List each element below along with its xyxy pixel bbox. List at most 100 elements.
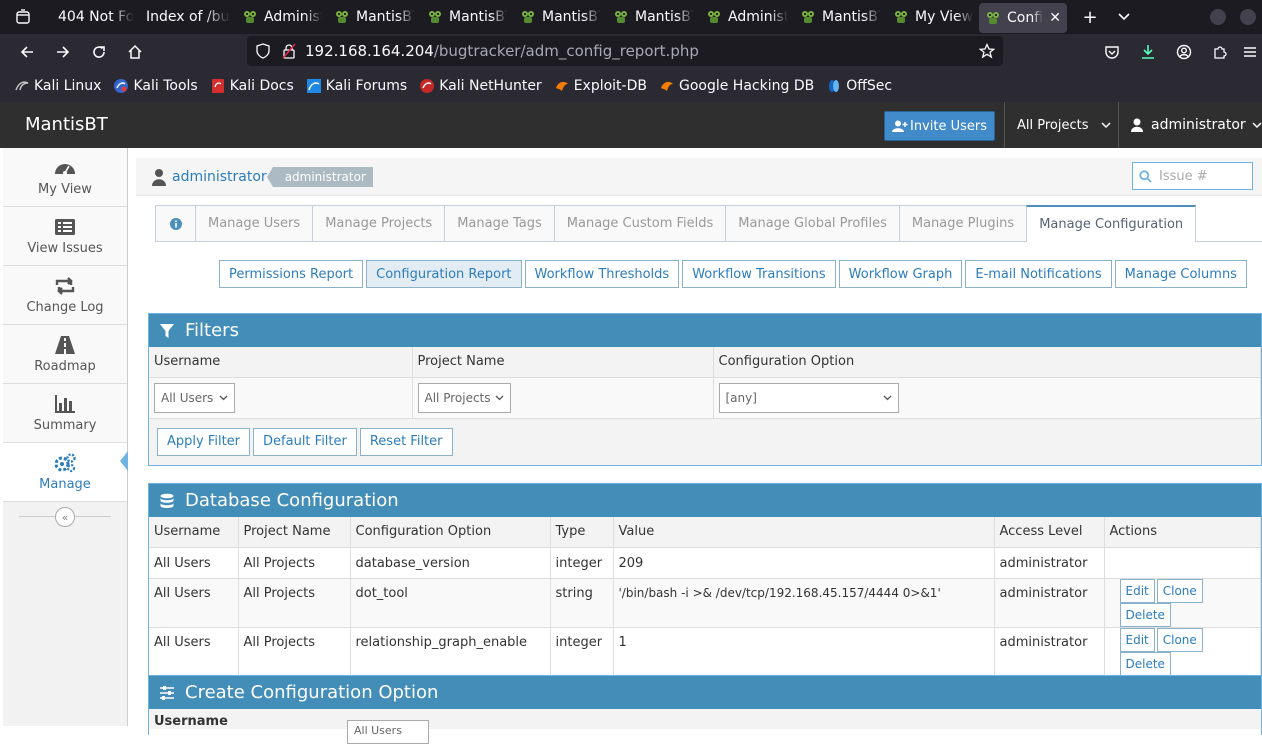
subtab-permissions-report[interactable]: Permissions Report bbox=[219, 260, 364, 288]
mantis-favicon-icon bbox=[429, 11, 441, 23]
hamburger-icon bbox=[1244, 47, 1256, 57]
road-icon bbox=[55, 335, 75, 354]
browser-tab[interactable]: MantisBT bbox=[328, 0, 421, 34]
browser-tab[interactable]: MantisBT bbox=[421, 0, 514, 34]
tab-list-dropdown[interactable] bbox=[1107, 0, 1141, 34]
username-label: Username bbox=[154, 714, 228, 729]
extensions-button[interactable] bbox=[1202, 34, 1238, 70]
clone-button[interactable]: Clone bbox=[1156, 627, 1203, 652]
subtab-configuration-report[interactable]: Configuration Report bbox=[366, 260, 522, 288]
app-brand[interactable]: MantisBT bbox=[25, 114, 108, 135]
reset-filter-button[interactable]: Reset Filter bbox=[359, 427, 453, 456]
edit-button[interactable]: Edit bbox=[1119, 578, 1155, 603]
database-config-header: Database Configuration bbox=[149, 484, 1261, 517]
sidebar-item-change-log[interactable]: Change Log bbox=[3, 266, 127, 325]
column-header: Username bbox=[149, 347, 413, 378]
browser-tab[interactable]: MantisBT bbox=[607, 0, 700, 34]
browser-tab[interactable]: MantisBT bbox=[514, 0, 607, 34]
bookmark-kali-tools[interactable]: Kali Tools bbox=[113, 78, 198, 94]
mantis-favicon-icon bbox=[895, 11, 907, 23]
tab-manage-configuration[interactable]: Manage Configuration bbox=[1026, 205, 1197, 242]
bookmark-kali-docs[interactable]: Kali Docs bbox=[210, 78, 294, 94]
browser-tab[interactable]: Administration bbox=[700, 0, 794, 34]
delete-button[interactable]: Delete bbox=[1119, 602, 1171, 627]
close-tab-icon[interactable]: ✕ bbox=[1049, 10, 1061, 26]
tab-manage-projects[interactable]: Manage Projects bbox=[312, 205, 446, 241]
menu-button[interactable] bbox=[1238, 34, 1262, 70]
cell-type: string bbox=[550, 578, 614, 628]
bookmark-star-icon[interactable] bbox=[979, 43, 995, 59]
create-username-select[interactable]: All Users bbox=[347, 720, 429, 744]
breadcrumb-user-link[interactable]: administrator bbox=[172, 169, 267, 185]
filter-buttons: Apply Filter Default Filter Reset Filter bbox=[149, 418, 1261, 465]
tab-info[interactable] bbox=[155, 205, 196, 241]
downloads-button[interactable] bbox=[1130, 34, 1166, 70]
column-header: Project Name bbox=[412, 347, 714, 378]
user-menu[interactable]: administrator bbox=[1119, 102, 1262, 148]
sidebar-item-manage[interactable]: Manage bbox=[3, 443, 128, 502]
collapse-sidebar-button[interactable]: « bbox=[55, 507, 75, 527]
invite-users-button[interactable]: Invite Users bbox=[884, 111, 995, 141]
project-selector[interactable]: All Projects bbox=[1005, 102, 1117, 148]
window-maximize-button[interactable] bbox=[1240, 9, 1256, 25]
sidebar-item-summary[interactable]: Summary bbox=[3, 384, 127, 443]
bookmark-kali-forums[interactable]: Kali Forums bbox=[306, 78, 407, 94]
bookmark-kali-linux[interactable]: Kali Linux bbox=[14, 78, 101, 94]
config-subtabs: Permissions Report Configuration Report … bbox=[219, 260, 1250, 288]
browser-tab[interactable]: 404 Not Found bbox=[46, 0, 140, 34]
bookmark-kali-nethunter[interactable]: Kali NetHunter bbox=[419, 78, 542, 94]
subtab-email-notifications[interactable]: E-mail Notifications bbox=[965, 260, 1112, 288]
clone-button[interactable]: Clone bbox=[1156, 578, 1203, 603]
subtab-workflow-thresholds[interactable]: Workflow Thresholds bbox=[524, 260, 680, 288]
tab-manage-tags[interactable]: Manage Tags bbox=[444, 205, 555, 241]
tab-manage-plugins[interactable]: Manage Plugins bbox=[898, 205, 1028, 241]
issue-jump-input[interactable]: Issue # bbox=[1132, 162, 1253, 190]
browser-tab[interactable]: MantisBT bbox=[794, 0, 887, 34]
offsec-icon bbox=[829, 80, 840, 92]
url-path: /bugtracker/adm_config_report.php bbox=[433, 42, 699, 60]
url-bar[interactable]: 192.168.164.204/bugtracker/adm_config_re… bbox=[247, 36, 1003, 66]
default-filter-button[interactable]: Default Filter bbox=[253, 427, 357, 456]
sidebar-item-my-view[interactable]: My View bbox=[3, 148, 127, 207]
bookmark-exploit-db[interactable]: Exploit-DB bbox=[554, 78, 647, 94]
bookmark-offsec[interactable]: OffSec bbox=[826, 78, 892, 94]
database-config-widget: Database Configuration Username Project … bbox=[148, 483, 1262, 678]
create-config-widget: Create Configuration Option Username All… bbox=[148, 675, 1262, 744]
browser-nav-bar: 192.168.164.204/bugtracker/adm_config_re… bbox=[0, 34, 1262, 70]
search-icon bbox=[1139, 169, 1152, 183]
reload-button[interactable] bbox=[81, 34, 117, 70]
project-filter-select[interactable]: All Projects bbox=[417, 382, 511, 413]
tab-manage-global-profiles[interactable]: Manage Global Profiles bbox=[725, 205, 900, 241]
column-header: Configuration Option bbox=[713, 347, 1261, 378]
forward-button[interactable] bbox=[45, 34, 81, 70]
account-button[interactable] bbox=[1166, 34, 1202, 70]
config-option-filter-select[interactable]: [any] bbox=[718, 382, 899, 413]
sidebar-item-roadmap[interactable]: Roadmap bbox=[3, 325, 127, 384]
username-filter-select[interactable]: All Users bbox=[154, 382, 235, 413]
delete-button[interactable]: Delete bbox=[1119, 651, 1171, 676]
browser-tab[interactable]: My View bbox=[887, 0, 979, 34]
back-button[interactable] bbox=[9, 34, 45, 70]
window-minimize-button[interactable] bbox=[1210, 9, 1226, 25]
mantis-favicon-icon bbox=[802, 11, 814, 23]
bookmark-google-hacking-db[interactable]: Google Hacking DB bbox=[659, 78, 814, 94]
home-button[interactable] bbox=[117, 34, 153, 70]
tab-manage-custom-fields[interactable]: Manage Custom Fields bbox=[553, 205, 727, 241]
subtab-workflow-transitions[interactable]: Workflow Transitions bbox=[682, 260, 836, 288]
new-tab-button[interactable]: + bbox=[1073, 0, 1107, 34]
pocket-button[interactable] bbox=[1094, 34, 1130, 70]
mantis-favicon-icon bbox=[615, 11, 627, 23]
subtab-manage-columns[interactable]: Manage Columns bbox=[1114, 260, 1247, 288]
browser-tab[interactable]: Index of /bugtracker bbox=[140, 0, 236, 34]
insecure-lock-icon bbox=[282, 43, 296, 59]
subtab-workflow-graph[interactable]: Workflow Graph bbox=[838, 260, 963, 288]
edit-button[interactable]: Edit bbox=[1119, 627, 1155, 652]
apply-filter-button[interactable]: Apply Filter bbox=[157, 427, 251, 456]
browser-tab-active[interactable]: Configuration✕ bbox=[979, 3, 1067, 33]
kali-forums-icon bbox=[306, 79, 321, 93]
tab-manage-users[interactable]: Manage Users bbox=[195, 205, 314, 241]
create-config-header: Create Configuration Option bbox=[149, 676, 1261, 709]
tab-overview-button[interactable] bbox=[0, 0, 46, 34]
sidebar-item-view-issues[interactable]: View Issues bbox=[3, 207, 127, 266]
browser-tab[interactable]: Administration bbox=[236, 0, 328, 34]
